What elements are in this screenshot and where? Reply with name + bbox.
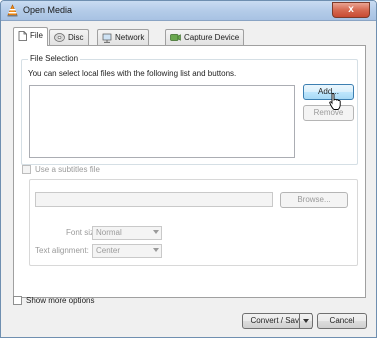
tab-file-label: File <box>30 31 43 40</box>
subtitles-group: Browse... Font size: Normal Text alignme… <box>29 179 358 266</box>
tab-file[interactable]: File <box>13 27 48 46</box>
subtitle-file-field[interactable] <box>35 192 273 207</box>
title-bar[interactable]: Open Media x <box>1 1 376 21</box>
file-icon <box>18 30 27 41</box>
font-size-select[interactable]: Normal <box>92 226 162 240</box>
window-title: Open Media <box>23 5 73 15</box>
file-list[interactable] <box>29 85 295 158</box>
vlc-cone-icon <box>7 4 18 17</box>
chevron-down-icon <box>303 319 309 323</box>
capture-device-icon <box>170 34 181 42</box>
browse-button[interactable]: Browse... <box>280 192 348 208</box>
tab-network[interactable]: Network <box>97 29 150 45</box>
close-icon: x <box>348 4 354 15</box>
use-subtitles-checkbox[interactable] <box>22 165 31 174</box>
close-button[interactable]: x <box>332 2 370 18</box>
file-tab-panel: File Selection You can select local file… <box>13 45 366 298</box>
file-selection-description: You can select local files with the foll… <box>28 69 237 78</box>
chevron-down-icon <box>153 248 159 252</box>
show-more-options-label: Show more options <box>26 296 95 305</box>
convert-save-label: Convert / Save <box>250 316 304 325</box>
cancel-button[interactable]: Cancel <box>317 313 367 329</box>
tab-disc[interactable]: Disc <box>49 29 89 45</box>
tab-capture-device[interactable]: Capture Device <box>165 29 245 45</box>
file-selection-group: File Selection You can select local file… <box>21 54 358 165</box>
tab-capture-device-label: Capture Device <box>184 33 240 42</box>
font-size-value: Normal <box>96 228 122 237</box>
chevron-down-icon <box>153 230 159 234</box>
tab-disc-label: Disc <box>68 33 84 42</box>
file-selection-title: File Selection <box>28 54 81 63</box>
text-alignment-label: Text alignment: <box>35 246 89 255</box>
hand-cursor-icon <box>329 93 341 110</box>
browse-button-label: Browse... <box>297 195 331 204</box>
disc-icon <box>54 33 65 43</box>
tab-network-label: Network <box>115 33 145 42</box>
text-alignment-value: Center <box>96 246 121 255</box>
convert-save-dropdown[interactable] <box>299 313 313 329</box>
text-alignment-select[interactable]: Center <box>92 244 162 258</box>
network-icon <box>102 33 112 43</box>
use-subtitles-label: Use a subtitles file <box>35 165 100 174</box>
show-more-options-checkbox[interactable] <box>13 296 22 305</box>
open-media-dialog: Open Media x File Disc Network Capture D… <box>0 0 377 338</box>
cancel-button-label: Cancel <box>329 316 355 325</box>
